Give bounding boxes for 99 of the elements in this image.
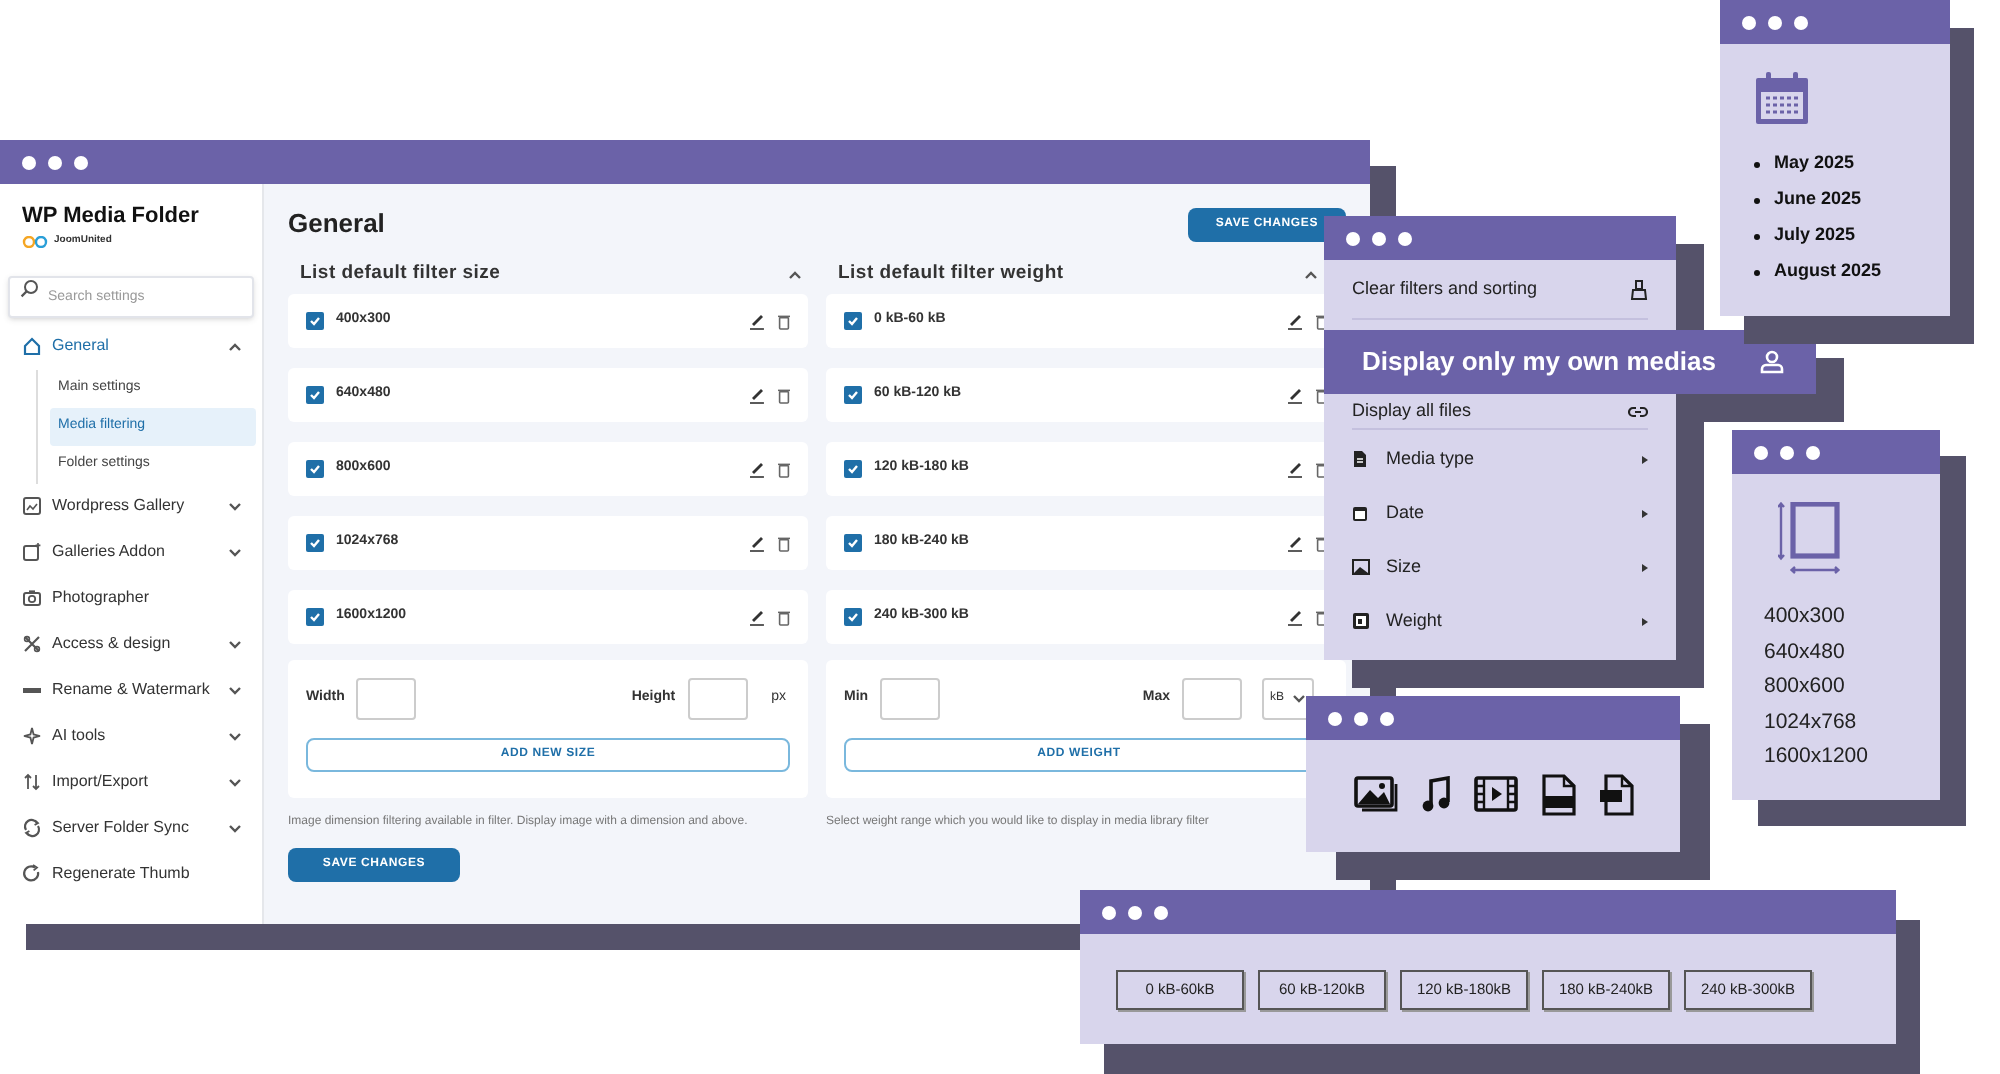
- section-title: List default filter weight: [838, 259, 1064, 288]
- zip-file-icon: [1599, 773, 1633, 815]
- caret-right-icon: [1642, 455, 1648, 463]
- document-icon: [1352, 450, 1370, 468]
- home-icon: [22, 336, 42, 356]
- image-icon: [1352, 558, 1370, 576]
- trash-icon: [778, 313, 790, 329]
- input-field[interactable]: [356, 678, 417, 720]
- sparkle-icon: [22, 726, 42, 746]
- trash-icon: [778, 387, 790, 403]
- input-field[interactable]: [687, 678, 748, 720]
- edit-icon: [748, 312, 766, 330]
- edit-icon: [1286, 460, 1304, 478]
- caret-right-icon: [1642, 563, 1648, 571]
- nav-item[interactable]: Galleries Addon: [0, 529, 256, 575]
- user-icon: [1760, 350, 1784, 374]
- input-field[interactable]: [1182, 678, 1242, 720]
- window-dots-icon: [1102, 905, 1168, 919]
- menu-item[interactable]: Media type: [1352, 432, 1648, 486]
- size-option[interactable]: 400x300: [1764, 602, 1894, 637]
- search-icon: [20, 279, 38, 297]
- checkbox[interactable]: [306, 386, 324, 404]
- bullet-icon: [1754, 233, 1760, 239]
- month-item[interactable]: June 2025: [1774, 186, 1862, 214]
- trash-icon: [778, 609, 790, 625]
- size-option[interactable]: 1024x768: [1764, 707, 1894, 742]
- pdf-file-icon: [1541, 773, 1575, 815]
- nav-item[interactable]: Regenerate Thumb: [0, 851, 256, 897]
- edit-icon: [1286, 608, 1304, 626]
- caret-right-icon: [1642, 509, 1648, 517]
- size-option[interactable]: 800x600: [1764, 672, 1894, 707]
- nav-item[interactable]: Import/Export: [0, 759, 256, 805]
- window-dots-icon: [22, 155, 88, 169]
- size-option[interactable]: 1600x1200: [1764, 742, 1894, 777]
- window-dots-icon: [1742, 15, 1808, 29]
- checkbox[interactable]: [306, 608, 324, 626]
- checkbox[interactable]: [306, 312, 324, 330]
- window-dots-icon: [1328, 711, 1394, 725]
- menu-item[interactable]: Size: [1352, 540, 1648, 594]
- bullet-icon: [1754, 161, 1760, 167]
- tools-icon: [22, 634, 42, 654]
- size-option[interactable]: 640x480: [1764, 637, 1894, 672]
- checkbox[interactable]: [844, 534, 862, 552]
- month-item[interactable]: July 2025: [1774, 222, 1856, 250]
- nav-item[interactable]: Photographer: [0, 575, 256, 621]
- menu-item[interactable]: Weight: [1352, 594, 1648, 648]
- weight-icon: [1352, 612, 1370, 630]
- sync-icon: [22, 818, 42, 838]
- menu-item[interactable]: Date: [1352, 486, 1648, 540]
- checkbox[interactable]: [844, 312, 862, 330]
- camera-icon: [22, 588, 42, 608]
- nav-item[interactable]: Rename & Watermark: [0, 667, 256, 713]
- image-icon: [22, 496, 42, 516]
- app-title: WP Media Folder: [20, 204, 201, 230]
- image-icon: [1353, 776, 1397, 812]
- section-title: List default filter size: [300, 259, 501, 288]
- menu-item[interactable]: Display all files: [1352, 396, 1648, 430]
- dimensions-icon: [1778, 502, 1842, 574]
- banner-text: Display only my own medias: [1362, 344, 1716, 381]
- film-icon: [1473, 776, 1517, 812]
- nav-item[interactable]: Wordpress Gallery: [0, 483, 256, 529]
- checkbox[interactable]: [844, 386, 862, 404]
- nav-item[interactable]: Server Folder Sync: [0, 805, 256, 851]
- bullet-icon: [1754, 269, 1760, 275]
- trash-icon: [778, 535, 790, 551]
- nav-item[interactable]: Access & design: [0, 621, 256, 667]
- window-dots-icon: [1754, 445, 1820, 459]
- checkbox[interactable]: [844, 460, 862, 478]
- edit-icon: [1286, 386, 1304, 404]
- edit-icon: [748, 460, 766, 478]
- nav-item[interactable]: General: [0, 323, 256, 369]
- menu-item[interactable]: Clear filters and sorting: [1352, 260, 1648, 320]
- window-dots-icon: [1346, 231, 1412, 245]
- caret-right-icon: [1642, 617, 1648, 625]
- music-note-icon: [1421, 776, 1449, 812]
- chevron-down-icon: [1292, 694, 1306, 704]
- checkbox[interactable]: [844, 608, 862, 626]
- arrows-icon: [22, 772, 42, 792]
- image-plus-icon: [22, 542, 42, 562]
- calendar-icon: [1352, 504, 1370, 522]
- edit-icon: [748, 534, 766, 552]
- page-title: General: [288, 206, 385, 243]
- edit-icon: [1286, 312, 1304, 330]
- calendar-icon: [1754, 72, 1810, 126]
- edit-icon: [748, 386, 766, 404]
- month-item[interactable]: May 2025: [1774, 150, 1855, 178]
- broom-icon: [1630, 279, 1648, 299]
- checkbox[interactable]: [306, 460, 324, 478]
- edit-icon: [1286, 534, 1304, 552]
- input-field[interactable]: [880, 678, 941, 720]
- bullet-icon: [1754, 197, 1760, 203]
- trash-icon: [778, 461, 790, 477]
- checkbox[interactable]: [306, 534, 324, 552]
- nav-item[interactable]: AI tools: [0, 713, 256, 759]
- month-item[interactable]: August 2025: [1774, 258, 1882, 286]
- edit-icon: [748, 608, 766, 626]
- logo-icon: [22, 235, 48, 248]
- refresh-icon: [22, 864, 42, 884]
- link-icon: [1628, 406, 1648, 418]
